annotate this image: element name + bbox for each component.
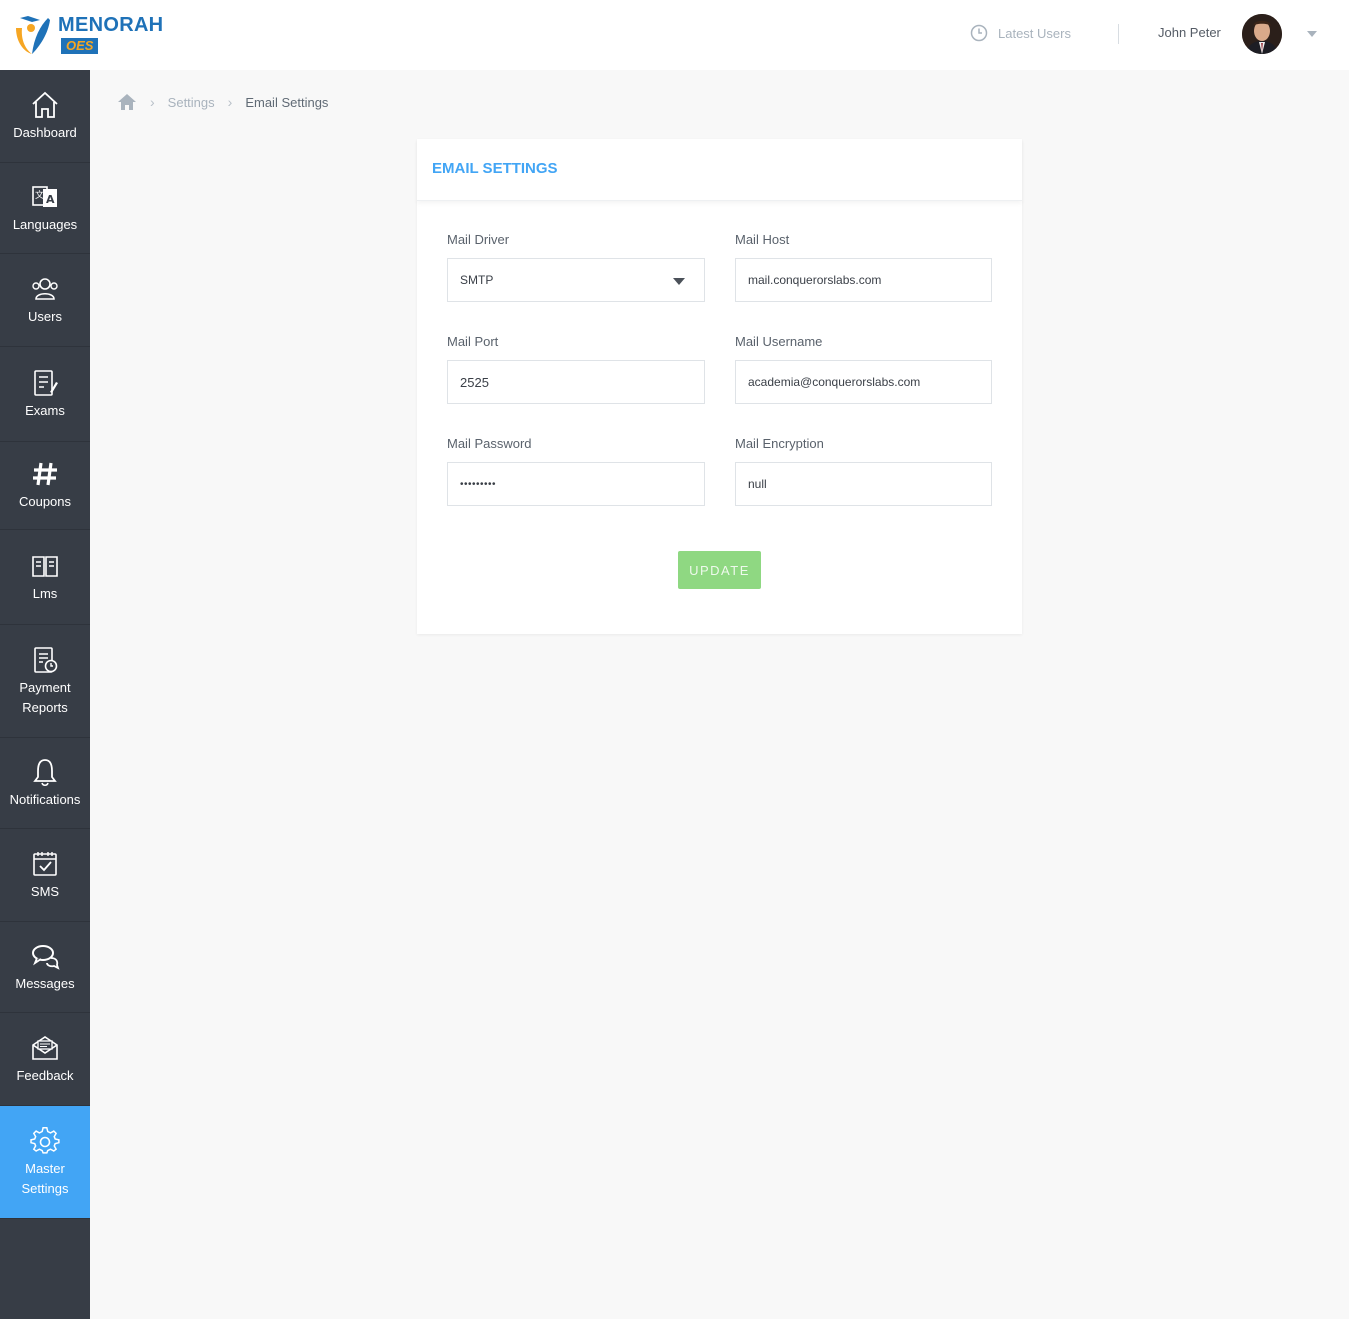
- page-title: EMAIL SETTINGS: [432, 160, 558, 177]
- sidebar-item-exams[interactable]: Exams: [0, 347, 90, 442]
- mail-port-value: 2525: [460, 374, 489, 390]
- brand-name: MENORAH: [58, 14, 164, 36]
- bell-icon: [30, 757, 60, 787]
- hash-icon: [30, 459, 60, 489]
- chat-icon: [30, 941, 60, 971]
- sidebar-item-lms[interactable]: Lms: [0, 530, 90, 625]
- chevron-down-icon: [673, 278, 685, 285]
- mail-host-label: Mail Host: [735, 232, 790, 247]
- sidebar-item-dashboard[interactable]: Dashboard: [0, 70, 90, 163]
- brand-logo[interactable]: MENORAH OES: [10, 12, 164, 58]
- svg-text:A: A: [46, 193, 55, 206]
- card-header: EMAIL SETTINGS: [417, 139, 1022, 201]
- breadcrumb-current: Email Settings: [245, 94, 329, 110]
- sidebar-item-label: Payment Reports: [19, 679, 71, 715]
- chevron-right-icon: ›: [227, 94, 233, 110]
- mail-encryption-value: null: [748, 477, 767, 491]
- sidebar-item-label: SMS: [30, 883, 60, 899]
- mail-password-input[interactable]: •••••••••: [447, 462, 705, 506]
- mail-host-value: mail.conquerorslabs.com: [748, 273, 882, 287]
- mail-port-input[interactable]: 2525: [447, 360, 705, 404]
- sidebar-item-master-settings[interactable]: Master Settings: [0, 1106, 90, 1219]
- mail-host-input[interactable]: mail.conquerorslabs.com: [735, 258, 992, 302]
- chevron-right-icon: ›: [150, 94, 155, 110]
- sidebar-item-payment-reports[interactable]: Payment Reports: [0, 625, 90, 738]
- sidebar-item-label: Users: [28, 308, 62, 324]
- brand-badge: OES: [61, 38, 99, 54]
- latest-users-link[interactable]: Latest Users: [970, 24, 1071, 42]
- sidebar-item-label: Languages: [12, 216, 78, 232]
- mail-password-value: •••••••••: [460, 478, 497, 490]
- mail-driver-value: SMTP: [460, 273, 494, 287]
- clock-user-icon: [970, 24, 988, 42]
- envelope-icon: [30, 1033, 60, 1063]
- report-icon: [30, 645, 60, 675]
- gear-icon: [30, 1126, 60, 1156]
- latest-users-label: Latest Users: [998, 25, 1071, 41]
- mail-driver-select[interactable]: SMTP: [447, 258, 705, 302]
- sidebar-item-label: Exams: [25, 402, 65, 418]
- users-icon: [30, 274, 60, 304]
- top-header: MENORAH OES Latest Users John Peter: [0, 0, 1349, 70]
- sidebar-item-messages[interactable]: Messages: [0, 922, 90, 1013]
- user-menu-caret-icon[interactable]: [1307, 31, 1317, 37]
- header-divider: [1118, 24, 1119, 44]
- sidebar-item-languages[interactable]: A文 Languages: [0, 163, 90, 254]
- exams-icon: [30, 368, 60, 398]
- sidebar-item-label: Coupons: [18, 494, 72, 509]
- menorah-logo-icon: [16, 16, 50, 54]
- sidebar-item-label: Messages: [15, 975, 75, 991]
- mail-username-value: academia@conquerorslabs.com: [748, 375, 921, 389]
- sidebar-item-notifications[interactable]: Notifications: [0, 738, 90, 829]
- svg-text:文: 文: [35, 189, 44, 201]
- mail-username-input[interactable]: academia@conquerorslabs.com: [735, 360, 992, 404]
- sidebar-item-label: Feedback: [16, 1067, 74, 1083]
- sidebar-item-label: Notifications: [9, 791, 81, 807]
- mail-password-label: Mail Password: [447, 436, 532, 451]
- sidebar-item-sms[interactable]: SMS: [0, 829, 90, 922]
- mail-encryption-input[interactable]: null: [735, 462, 992, 506]
- home-icon: [30, 90, 60, 120]
- sidebar-item-users[interactable]: Users: [0, 254, 90, 347]
- mail-encryption-label: Mail Encryption: [735, 436, 824, 451]
- mail-username-label: Mail Username: [735, 334, 823, 349]
- email-settings-card: EMAIL SETTINGS Mail Driver SMTP Mail Hos…: [417, 139, 1022, 634]
- breadcrumb: › Settings › Email Settings: [117, 92, 328, 112]
- user-name[interactable]: John Peter: [1158, 25, 1221, 40]
- sidebar-item-feedback[interactable]: Feedback: [0, 1013, 90, 1106]
- breadcrumb-settings-link[interactable]: Settings: [168, 95, 215, 110]
- sidebar: Dashboard A文 Languages Users Exams Coupo…: [0, 70, 90, 1319]
- sidebar-item-label: Dashboard: [13, 124, 77, 140]
- update-button[interactable]: UPDATE: [678, 551, 761, 589]
- book-icon: [30, 551, 60, 581]
- mail-port-label: Mail Port: [447, 334, 499, 349]
- mail-driver-label: Mail Driver: [447, 232, 510, 247]
- sidebar-item-label: Lms: [32, 585, 58, 601]
- user-avatar-icon: [1242, 14, 1282, 54]
- sidebar-item-coupons[interactable]: Coupons: [0, 442, 90, 530]
- avatar[interactable]: [1242, 14, 1282, 54]
- sidebar-item-label: Master Settings: [21, 1160, 69, 1196]
- calendar-check-icon: [30, 849, 60, 879]
- translate-icon: A文: [30, 182, 60, 212]
- home-icon[interactable]: [117, 92, 137, 112]
